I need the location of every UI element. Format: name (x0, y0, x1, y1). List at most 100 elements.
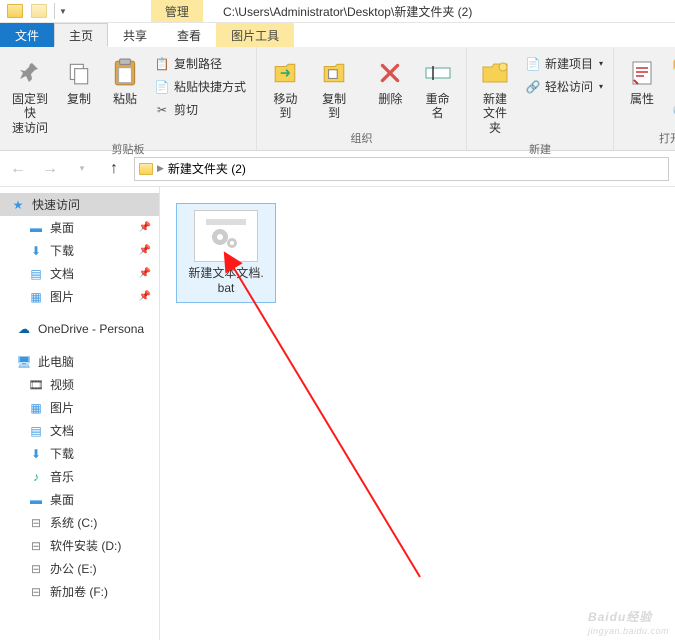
gear-icon (206, 219, 246, 253)
easy-access-button[interactable]: 🔗 轻松访问▾ (521, 76, 607, 97)
group-organize: 移动到 复制到 删除 重命名 组织 (257, 47, 467, 150)
breadcrumb-item[interactable]: 新建文件夹 (2) (168, 160, 246, 177)
scissors-icon: ✂ (154, 102, 170, 118)
video-icon: 🎞 (28, 377, 44, 393)
picture-icon: ▦ (28, 400, 44, 416)
rename-button[interactable]: 重命名 (415, 53, 460, 125)
tab-share[interactable]: 共享 (108, 23, 162, 47)
properties-icon (630, 60, 654, 86)
chevron-down-icon[interactable]: ▼ (59, 7, 67, 16)
ribbon-tabs: 文件 主页 共享 查看 图片工具 (0, 23, 675, 47)
sidebar-downloads[interactable]: ⬇下载📌 (0, 239, 159, 262)
properties-button[interactable]: 属性 (620, 53, 664, 110)
picture-icon: ▦ (28, 289, 44, 305)
navigation-pane: ★ 快速访问 ▬桌面📌 ⬇下载📌 ▤文档📌 ▦图片📌 ☁OneDrive - P… (0, 187, 160, 640)
download-icon: ⬇ (28, 446, 44, 462)
sidebar-videos[interactable]: 🎞视频 (0, 373, 159, 396)
open-button[interactable]: 📂 打开 (668, 53, 675, 74)
group-new: 新建 文件夹 📄 新建项目▾ 🔗 轻松访问▾ 新建 (467, 47, 614, 150)
separator (54, 3, 55, 19)
sidebar-drive-c[interactable]: ⊟系统 (C:) (0, 511, 159, 534)
sidebar-music[interactable]: ♪音乐 (0, 465, 159, 488)
pin-to-quick-access-button[interactable]: 固定到快 速访问 (6, 53, 54, 139)
sidebar-drive-d[interactable]: ⊟软件安装 (D:) (0, 534, 159, 557)
file-name: 新建文本文档. bat (188, 266, 263, 296)
address-bar[interactable]: ▶ 新建文件夹 (2) (134, 157, 669, 181)
title-bar: ▼ 管理 C:\Users\Administrator\Desktop\新建文件… (0, 0, 675, 23)
sidebar-quick-access[interactable]: ★ 快速访问 (0, 193, 159, 216)
content-area[interactable]: 新建文本文档. bat (160, 187, 675, 640)
sidebar-this-pc[interactable]: 🖥此电脑 (0, 350, 159, 373)
tab-picture-tools[interactable]: 图片工具 (216, 23, 294, 47)
drive-icon: ⊟ (28, 561, 44, 577)
delete-button[interactable]: 删除 (369, 53, 411, 110)
up-button[interactable]: ↑ (102, 157, 126, 181)
new-folder-icon (481, 61, 509, 85)
drive-icon: ⊟ (28, 538, 44, 554)
forward-button[interactable]: → (38, 157, 62, 181)
folder-icon (139, 163, 153, 175)
copy-button[interactable]: 复制 (58, 53, 100, 110)
ribbon: 固定到快 速访问 复制 粘贴 📋 复制路径 📄 粘贴快捷方式 (0, 47, 675, 151)
qat-item[interactable] (28, 0, 50, 22)
delete-icon (377, 60, 403, 86)
tab-home[interactable]: 主页 (54, 23, 108, 47)
recent-locations-button[interactable]: ▾ (70, 157, 94, 181)
copy-path-icon: 📋 (154, 56, 170, 72)
desktop-icon: ▬ (28, 220, 44, 236)
pc-icon: 🖥 (16, 354, 32, 370)
contextual-tab-label: 管理 (151, 0, 203, 22)
group-open: 属性 📂 打开 ✎ 编辑 🕘 历史 打开 (614, 47, 675, 150)
sidebar-desktop[interactable]: ▬桌面📌 (0, 216, 159, 239)
sidebar-pictures[interactable]: ▦图片📌 (0, 285, 159, 308)
sidebar-drive-f[interactable]: ⊟新加卷 (F:) (0, 580, 159, 603)
pin-icon: 📌 (139, 291, 151, 302)
paste-button[interactable]: 粘贴 (104, 53, 146, 110)
pin-icon: 📌 (139, 222, 151, 233)
new-item-icon: 📄 (525, 56, 541, 72)
cut-button[interactable]: ✂ 剪切 (150, 99, 250, 120)
paste-shortcut-button[interactable]: 📄 粘贴快捷方式 (150, 76, 250, 97)
shortcut-icon: 📄 (154, 79, 170, 95)
group-clipboard: 固定到快 速访问 复制 粘贴 📋 复制路径 📄 粘贴快捷方式 (0, 47, 257, 150)
pin-icon: 📌 (139, 245, 151, 256)
chevron-right-icon[interactable]: ▶ (157, 163, 164, 174)
pin-icon: 📌 (139, 268, 151, 279)
paste-icon (112, 58, 138, 88)
copy-to-button[interactable]: 复制到 (312, 53, 357, 125)
group-label: 打开 (620, 128, 675, 148)
folder-icon[interactable] (4, 0, 26, 22)
desktop-icon: ▬ (28, 492, 44, 508)
new-folder-button[interactable]: 新建 文件夹 (473, 53, 517, 139)
document-icon: ▤ (28, 266, 44, 282)
copy-icon (66, 60, 92, 86)
edit-button[interactable]: ✎ 编辑 (668, 76, 675, 97)
sidebar-pictures2[interactable]: ▦图片 (0, 396, 159, 419)
copy-path-button[interactable]: 📋 复制路径 (150, 53, 250, 74)
watermark: Baidu经验 jingyan.baidu.com (588, 605, 669, 636)
sidebar-onedrive[interactable]: ☁OneDrive - Persona (0, 318, 159, 340)
rename-icon (425, 62, 451, 84)
new-item-button[interactable]: 📄 新建项目▾ (521, 53, 607, 74)
copy-to-icon (321, 60, 347, 86)
back-button[interactable]: ← (6, 157, 30, 181)
sidebar-documents2[interactable]: ▤文档 (0, 419, 159, 442)
sidebar-documents[interactable]: ▤文档📌 (0, 262, 159, 285)
sidebar-drive-e[interactable]: ⊟办公 (E:) (0, 557, 159, 580)
file-thumbnail (194, 210, 258, 262)
download-icon: ⬇ (28, 243, 44, 259)
file-item-bat[interactable]: 新建文本文档. bat (176, 203, 276, 303)
history-button[interactable]: 🕘 历史 (668, 99, 675, 120)
pin-icon (18, 61, 42, 85)
move-to-button[interactable]: 移动到 (263, 53, 308, 125)
group-label: 组织 (263, 128, 460, 148)
music-icon: ♪ (28, 469, 44, 485)
onedrive-icon: ☁ (16, 321, 32, 337)
window-title-path: C:\Users\Administrator\Desktop\新建文件夹 (2) (223, 3, 675, 20)
drive-icon: ⊟ (28, 515, 44, 531)
sidebar-desktop2[interactable]: ▬桌面 (0, 488, 159, 511)
sidebar-downloads2[interactable]: ⬇下载 (0, 442, 159, 465)
tab-view[interactable]: 查看 (162, 23, 216, 47)
tab-file[interactable]: 文件 (0, 23, 54, 47)
quick-access-toolbar: ▼ (0, 0, 71, 22)
